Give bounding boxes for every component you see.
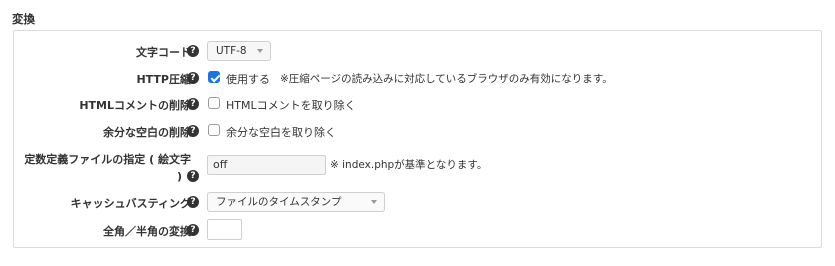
row-width-conversion: 全角／半角の変換 ? bbox=[14, 219, 821, 241]
fixed-file-label-line2: ) bbox=[176, 170, 182, 183]
help-icon[interactable]: ? bbox=[187, 125, 199, 137]
row-http-compress: HTTP圧縮 ? 使用する ※圧縮ページの読み込みに対応しているブラウザのみ有効… bbox=[14, 69, 821, 87]
http-compress-label: HTTP圧縮 bbox=[136, 73, 191, 86]
charset-label: 文字コード bbox=[136, 46, 191, 59]
cache-busting-select-value: ファイルのタイムスタンプ bbox=[216, 196, 342, 208]
whitespace-label: 余分な空白の削除 bbox=[103, 126, 191, 139]
chevron-down-icon bbox=[371, 200, 377, 204]
width-conversion-input[interactable] bbox=[207, 219, 242, 240]
html-comment-checkbox-label[interactable]: HTMLコメントを取り除く bbox=[226, 97, 356, 113]
html-comment-checkbox[interactable] bbox=[208, 97, 220, 109]
help-icon[interactable]: ? bbox=[187, 170, 199, 182]
width-conversion-label: 全角／半角の変換 bbox=[103, 225, 191, 238]
help-icon[interactable]: ? bbox=[187, 45, 199, 57]
row-whitespace: 余分な空白の削除 ? 余分な空白を取り除く bbox=[14, 122, 821, 140]
help-icon[interactable]: ? bbox=[187, 196, 199, 208]
cache-busting-select[interactable]: ファイルのタイムスタンプ bbox=[207, 192, 385, 212]
help-icon[interactable]: ? bbox=[187, 224, 199, 236]
help-icon[interactable]: ? bbox=[187, 98, 199, 110]
row-fixed-file: 定数定義ファイルの指定 ( 絵文字 ) ? off ※ index.phpが基準… bbox=[14, 151, 821, 187]
fixed-file-input[interactable]: off bbox=[207, 155, 326, 175]
html-comment-label: HTMLコメントの削除 bbox=[79, 99, 191, 112]
section-title: 変換 bbox=[12, 12, 35, 26]
http-compress-note: ※圧縮ページの読み込みに対応しているブラウザのみ有効になります。 bbox=[280, 73, 613, 85]
http-compress-checkbox[interactable] bbox=[208, 71, 220, 83]
charset-select-value: UTF-8 bbox=[216, 45, 247, 57]
fixed-file-label: 定数定義ファイルの指定 ( 絵文字 bbox=[24, 153, 191, 166]
cache-busting-label: キャッシュバスティング bbox=[70, 197, 191, 210]
row-charset: 文字コード ? UTF-8 bbox=[14, 41, 821, 61]
charset-select[interactable]: UTF-8 bbox=[207, 41, 271, 61]
fixed-file-note: ※ index.phpが基準となります。 bbox=[330, 159, 488, 171]
settings-panel: 文字コード ? UTF-8 HTTP圧縮 ? 使用する ※圧縮ページの読み込みに… bbox=[13, 30, 822, 248]
chevron-down-icon bbox=[257, 49, 263, 53]
row-html-comment: HTMLコメントの削除 ? HTMLコメントを取り除く bbox=[14, 95, 821, 113]
http-compress-checkbox-label[interactable]: 使用する bbox=[226, 71, 270, 87]
row-cache-busting: キャッシュバスティング ? ファイルのタイムスタンプ bbox=[14, 191, 821, 212]
whitespace-checkbox-label[interactable]: 余分な空白を取り除く bbox=[226, 124, 336, 140]
help-icon[interactable]: ? bbox=[187, 72, 199, 84]
whitespace-checkbox[interactable] bbox=[208, 124, 220, 136]
